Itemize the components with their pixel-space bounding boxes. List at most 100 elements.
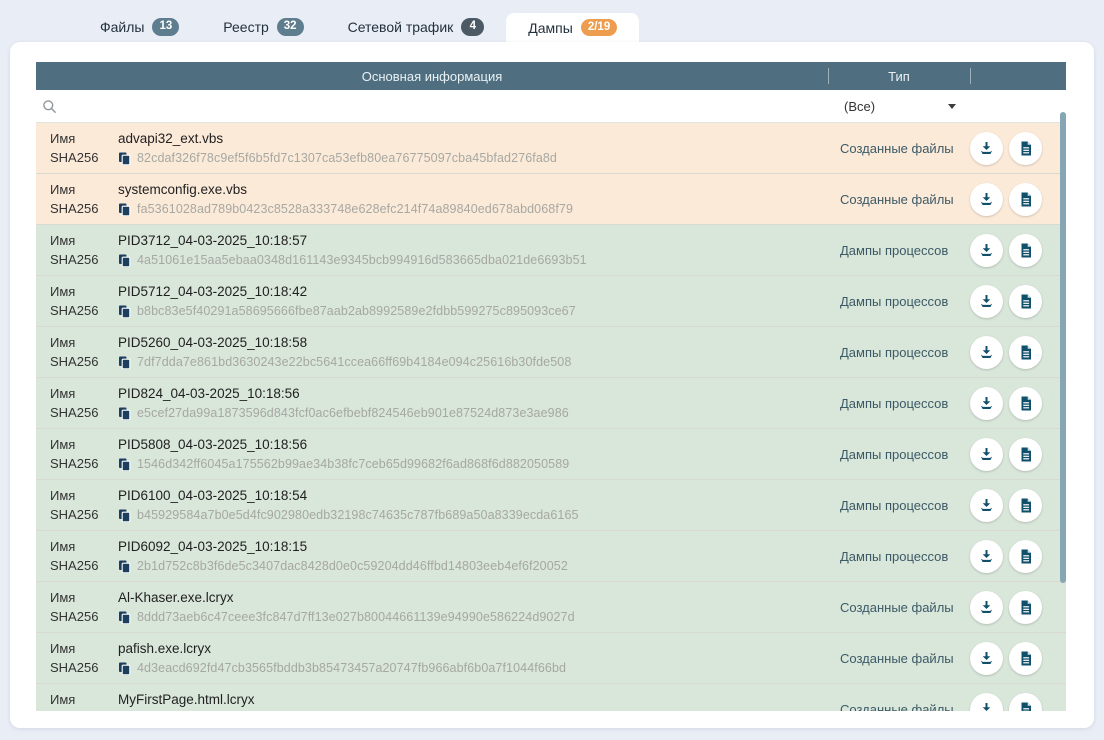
name-label: Имя: [50, 129, 118, 149]
download-button[interactable]: [970, 591, 1003, 624]
report-button[interactable]: [1009, 132, 1042, 165]
download-button[interactable]: [970, 438, 1003, 471]
table-row[interactable]: Имя systemconfig.exe.vbs SHA256 fa536102…: [36, 174, 1066, 225]
table-row[interactable]: Имя PID6092_04-03-2025_10:18:15 SHA256 2…: [36, 531, 1066, 582]
download-button[interactable]: [970, 234, 1003, 267]
copy-hash-icon[interactable]: [118, 611, 131, 624]
download-button[interactable]: [970, 489, 1003, 522]
copy-hash-icon[interactable]: [118, 662, 131, 675]
copy-hash-icon[interactable]: [118, 509, 131, 522]
report-button[interactable]: [1009, 489, 1042, 522]
sha256-label: SHA256: [50, 200, 118, 218]
download-button[interactable]: [970, 132, 1003, 165]
row-actions: [970, 693, 1066, 712]
sha256-value: 2b1d752c8b3f6de5c3407dac8428d0e0c59204dd…: [137, 557, 568, 575]
vertical-scrollbar[interactable]: [1060, 112, 1066, 583]
filter-row: (Все): [36, 90, 1066, 123]
row-actions: [970, 132, 1066, 165]
report-button[interactable]: [1009, 540, 1042, 573]
sha256-value: 1546d342ff6045a175562b99ae34b38fc7ceb65d…: [137, 455, 569, 473]
tab[interactable]: Дампы 2/19: [506, 13, 639, 42]
copy-hash-icon[interactable]: [118, 305, 131, 318]
copy-hash-icon[interactable]: [118, 407, 131, 420]
table-row[interactable]: Имя PID5260_04-03-2025_10:18:58 SHA256 7…: [36, 327, 1066, 378]
name-label: Имя: [50, 231, 118, 251]
table-row[interactable]: Имя PID3712_04-03-2025_10:18:57 SHA256 4…: [36, 225, 1066, 276]
tab[interactable]: Файлы 13: [78, 12, 201, 42]
header-divider: [970, 68, 971, 84]
table-header: Основная информация Тип: [36, 62, 1066, 90]
file-name: PID5712_04-03-2025_10:18:42: [118, 282, 828, 302]
file-name: advapi32_ext.vbs: [118, 129, 828, 149]
name-label: Имя: [50, 435, 118, 455]
tab-label: Файлы: [100, 19, 144, 35]
sha256-label: SHA256: [50, 353, 118, 371]
table-row[interactable]: Имя PID6100_04-03-2025_10:18:54 SHA256 b…: [36, 480, 1066, 531]
table-row[interactable]: Имя MyFirstPage.html.lcryx SHA256 402f91…: [36, 684, 1066, 711]
download-button[interactable]: [970, 693, 1003, 712]
dump-type: Дампы процессов: [828, 549, 970, 564]
search-field[interactable]: [36, 99, 828, 114]
main-info-cell: Имя pafish.exe.lcryx SHA256 4d3eacd692fd…: [36, 639, 828, 677]
report-button[interactable]: [1009, 693, 1042, 712]
download-button[interactable]: [970, 285, 1003, 318]
table-row[interactable]: Имя PID5808_04-03-2025_10:18:56 SHA256 1…: [36, 429, 1066, 480]
report-button[interactable]: [1009, 183, 1042, 216]
type-filter-dropdown[interactable]: (Все): [828, 99, 970, 114]
tab-count-badge: 13: [152, 18, 179, 36]
copy-hash-icon[interactable]: [118, 254, 131, 267]
report-button[interactable]: [1009, 591, 1042, 624]
dump-type: Дампы процессов: [828, 498, 970, 513]
sha256-label: SHA256: [50, 302, 118, 320]
tab[interactable]: Реестр 32: [201, 12, 325, 42]
row-actions: [970, 387, 1066, 420]
tab-label: Реестр: [223, 19, 269, 35]
file-name: PID6100_04-03-2025_10:18:54: [118, 486, 828, 506]
copy-hash-icon[interactable]: [118, 356, 131, 369]
row-actions: [970, 642, 1066, 675]
tab-count-badge: 32: [277, 18, 304, 36]
type-filter-value: (Все): [844, 99, 875, 114]
download-button[interactable]: [970, 183, 1003, 216]
name-label: Имя: [50, 690, 118, 710]
copy-hash-icon[interactable]: [118, 203, 131, 216]
copy-hash-icon[interactable]: [118, 152, 131, 165]
download-button[interactable]: [970, 387, 1003, 420]
table-row[interactable]: Имя pafish.exe.lcryx SHA256 4d3eacd692fd…: [36, 633, 1066, 684]
report-button[interactable]: [1009, 285, 1042, 318]
sha256-label: SHA256: [50, 251, 118, 269]
file-name: MyFirstPage.html.lcryx: [118, 690, 828, 710]
download-button[interactable]: [970, 540, 1003, 573]
copy-hash-icon[interactable]: [118, 560, 131, 573]
tab-bar: Файлы 13 Реестр 32 Сетевой трафик 4 Дамп…: [78, 0, 639, 42]
table-row[interactable]: Имя PID824_04-03-2025_10:18:56 SHA256 e5…: [36, 378, 1066, 429]
name-label: Имя: [50, 282, 118, 302]
report-button[interactable]: [1009, 438, 1042, 471]
download-button[interactable]: [970, 642, 1003, 675]
name-label: Имя: [50, 639, 118, 659]
tab[interactable]: Сетевой трафик 4: [326, 12, 507, 42]
report-button[interactable]: [1009, 387, 1042, 420]
sha256-value: e5cef27da99a1873596d843fcf0ac6efbebf8245…: [137, 404, 569, 422]
copy-hash-icon[interactable]: [118, 458, 131, 471]
table-row[interactable]: Имя advapi32_ext.vbs SHA256 82cdaf326f78…: [36, 123, 1066, 174]
sha256-value: fa5361028ad789b0423c8528a333748e628efc21…: [137, 200, 573, 218]
table-body: Имя advapi32_ext.vbs SHA256 82cdaf326f78…: [36, 123, 1066, 711]
dump-type: Созданные файлы: [828, 702, 970, 712]
report-button[interactable]: [1009, 336, 1042, 369]
report-button[interactable]: [1009, 642, 1042, 675]
file-name: PID824_04-03-2025_10:18:56: [118, 384, 828, 404]
name-label: Имя: [50, 588, 118, 608]
dump-type: Дампы процессов: [828, 294, 970, 309]
sha256-value: 4a51061e15aa5ebaa0348d161143e9345bcb9949…: [137, 251, 587, 269]
table-row[interactable]: Имя Al-Khaser.exe.lcryx SHA256 8ddd73aeb…: [36, 582, 1066, 633]
file-name: PID6092_04-03-2025_10:18:15: [118, 537, 828, 557]
name-label: Имя: [50, 486, 118, 506]
main-info-cell: Имя PID6092_04-03-2025_10:18:15 SHA256 2…: [36, 537, 828, 575]
row-actions: [970, 489, 1066, 522]
report-button[interactable]: [1009, 234, 1042, 267]
download-button[interactable]: [970, 336, 1003, 369]
name-label: Имя: [50, 333, 118, 353]
table-row[interactable]: Имя PID5712_04-03-2025_10:18:42 SHA256 b…: [36, 276, 1066, 327]
chevron-down-icon: [948, 104, 956, 109]
